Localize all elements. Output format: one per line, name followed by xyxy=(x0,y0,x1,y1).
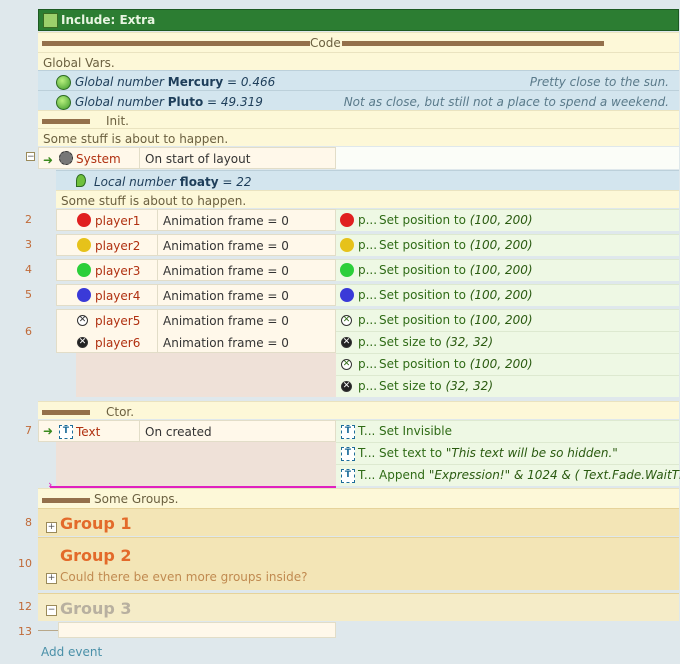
sprite-icon xyxy=(340,263,354,277)
sub-comment[interactable]: Some stuff is about to happen. xyxy=(56,190,679,208)
event-number: 3 xyxy=(25,238,32,251)
sprite-icon xyxy=(340,213,354,227)
event-number: 5 xyxy=(25,288,32,301)
include-title-bar[interactable]: Include: Extra xyxy=(38,9,679,31)
event-number: 8 xyxy=(25,516,32,529)
event-number: 13 xyxy=(18,625,32,638)
sprite-x-icon: ✕ xyxy=(77,315,88,326)
global-var-pluto[interactable]: Global number Pluto = 49.319 Not as clos… xyxy=(38,90,679,110)
sprite-x-icon: ✕ xyxy=(341,359,352,370)
player-condition[interactable]: player4 Animation frame = 0 xyxy=(56,284,336,306)
collapse-toggle[interactable]: − xyxy=(26,152,35,162)
sprite-x-icon: ✕ xyxy=(341,381,352,392)
add-event-link[interactable]: Add event xyxy=(41,645,102,659)
local-pin-icon xyxy=(76,174,86,187)
event7-action[interactable]: T T... Set text to "This text will be so h… xyxy=(336,442,679,464)
expand-toggle[interactable]: + xyxy=(46,522,57,533)
event7-empty-conditions xyxy=(56,442,336,486)
event6-empty-conditions xyxy=(76,353,336,397)
player-action[interactable]: p... Set position to (100, 200) xyxy=(336,234,679,256)
expand-toggle[interactable]: + xyxy=(46,573,57,584)
event13-empty[interactable] xyxy=(58,622,336,638)
group-3[interactable]: − Group 3 xyxy=(38,593,679,621)
sprite-icon xyxy=(77,213,91,227)
event-number: 7 xyxy=(25,424,32,437)
var-note: Pretty close to the sun. xyxy=(529,75,669,89)
event7-action[interactable]: T T... Set Invisible xyxy=(336,420,679,442)
sprite-x-icon: ✕ xyxy=(77,337,88,348)
global-var-mercury[interactable]: Global number Mercury = 0.466 Pretty clo… xyxy=(38,70,679,90)
event1-actions[interactable] xyxy=(336,147,679,169)
sprite-x-icon: ✕ xyxy=(341,337,352,348)
code-comment[interactable]: Code xyxy=(38,32,679,52)
trigger-arrow-icon: ➜ xyxy=(43,424,54,438)
group-name: Group 2 xyxy=(60,546,132,565)
object-name: System xyxy=(76,152,121,166)
group-name: Group 1 xyxy=(60,514,132,533)
ctor-comment[interactable]: Ctor. xyxy=(38,401,679,419)
event6-action[interactable]: ✕ p... Set size to (32, 32) xyxy=(336,331,679,353)
global-vars-label: Global Vars. xyxy=(43,56,115,70)
ctor-label: Ctor. xyxy=(106,405,135,419)
event-number: 12 xyxy=(18,600,32,613)
event7-action[interactable]: T T... Append "Expression!" & 1024 & ( Tex… xyxy=(336,464,680,486)
text-object-icon: T xyxy=(341,469,355,483)
collapse-toggle[interactable]: − xyxy=(46,605,57,616)
sprite-icon xyxy=(340,238,354,252)
event-sheet-icon xyxy=(43,13,58,28)
text-object-icon: T xyxy=(59,425,73,439)
sprite-icon xyxy=(340,288,354,302)
group-description: Could there be even more groups inside? xyxy=(60,570,308,584)
event6-conditions[interactable]: ✕ player5 Animation frame = 0 ✕ player6 … xyxy=(56,309,336,354)
globe-icon xyxy=(56,95,71,110)
event6-action[interactable]: ✕ p... Set size to (32, 32) xyxy=(336,375,679,397)
sprite-icon xyxy=(77,263,91,277)
trigger-arrow-icon: ➜ xyxy=(43,153,54,167)
sprite-x-icon: ✕ xyxy=(341,315,352,326)
player-action[interactable]: p... Set position to (100, 200) xyxy=(336,284,679,306)
event7-condition[interactable]: ➜ T Text On created xyxy=(38,420,336,442)
init-comment[interactable]: Init. xyxy=(38,110,679,128)
text-object-icon: T xyxy=(341,425,355,439)
player-action[interactable]: p... Set position to (100, 200) xyxy=(336,209,679,231)
player-condition[interactable]: player1 Animation frame = 0 xyxy=(56,209,336,231)
group-2[interactable]: Group 2 + Could there be even more group… xyxy=(38,537,679,590)
condition-text: On start of layout xyxy=(145,152,251,166)
player-condition[interactable]: player2 Animation frame = 0 xyxy=(56,234,336,256)
sprite-icon xyxy=(77,238,91,252)
global-vars-comment[interactable]: Global Vars. xyxy=(38,52,679,70)
init-label: Init. xyxy=(106,114,129,128)
event-number: 4 xyxy=(25,263,32,276)
group-name: Group 3 xyxy=(60,599,132,618)
group-1[interactable]: + Group 1 xyxy=(38,508,679,536)
some-groups-comment[interactable]: Some Groups. xyxy=(38,488,679,508)
event-number: 2 xyxy=(25,213,32,226)
include-title: Include: Extra xyxy=(61,13,156,27)
event6-action[interactable]: ✕ p... Set position to (100, 200) xyxy=(336,353,679,375)
event6-action[interactable]: ✕ p... Set position to (100, 200) xyxy=(336,309,679,331)
var-note: Not as close, but still not a place to s… xyxy=(343,95,669,109)
event1-condition[interactable]: ➜ System On start of layout xyxy=(38,147,336,169)
text-object-icon: T xyxy=(341,447,355,461)
some-groups-label: Some Groups. xyxy=(94,492,179,506)
gear-icon xyxy=(59,151,73,165)
local-var-floaty[interactable]: Local number floaty = 22 xyxy=(56,170,679,190)
globe-icon xyxy=(56,75,71,90)
event-number: 6 xyxy=(25,325,32,338)
code-label: Code xyxy=(310,36,341,50)
player-action[interactable]: p... Set position to (100, 200) xyxy=(336,259,679,281)
sprite-icon xyxy=(77,288,91,302)
event-number: 10 xyxy=(18,557,32,570)
init-stuff-comment[interactable]: Some stuff is about to happen. xyxy=(38,128,679,146)
player-condition[interactable]: player3 Animation frame = 0 xyxy=(56,259,336,281)
